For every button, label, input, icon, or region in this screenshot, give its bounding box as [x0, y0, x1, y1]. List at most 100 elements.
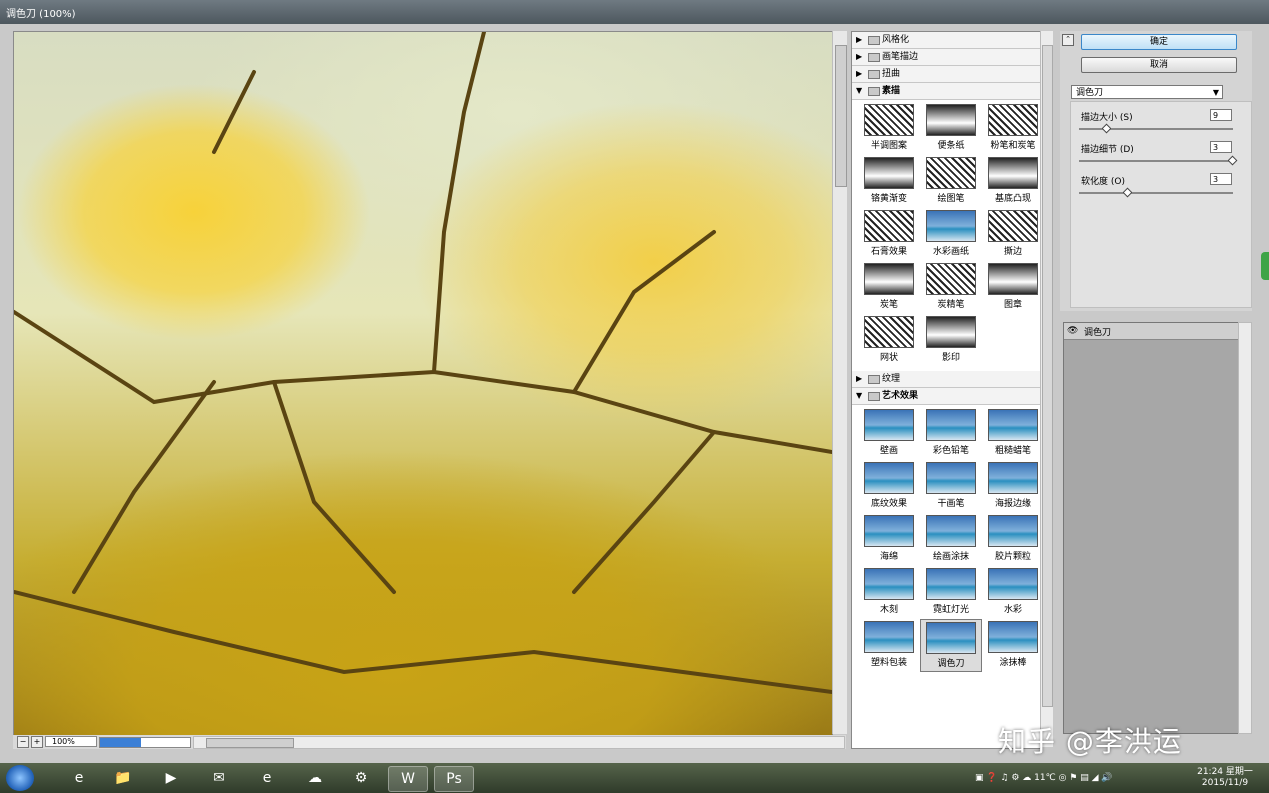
folder-artistic[interactable]: ▼ 艺术效果 — [852, 388, 1040, 405]
hscroll-thumb[interactable] — [206, 738, 294, 748]
filter-thumbnail[interactable]: 塑料包装 — [858, 619, 920, 672]
stroke-detail-slider-handle[interactable] — [1227, 155, 1238, 166]
folder-label: 素描 — [882, 86, 901, 96]
preview-vertical-scrollbar[interactable] — [832, 31, 847, 734]
zoom-out-button[interactable]: − — [17, 736, 29, 748]
filter-thumbnail[interactable]: 炭笔 — [858, 261, 920, 314]
filter-thumbnail[interactable]: 海报边缘 — [982, 460, 1040, 513]
filter-thumbnail[interactable]: 底纹效果 — [858, 460, 920, 513]
gallery-scroll-thumb[interactable] — [1042, 45, 1053, 707]
filter-thumbnail[interactable]: 撕边 — [982, 208, 1040, 261]
filter-params: 描边大小 (S) 9 描边细节 (D) 3 软化度 (O) 3 — [1070, 101, 1252, 308]
filter-thumbnail[interactable]: 半调图案 — [858, 102, 920, 155]
filter-thumbnail[interactable]: 水彩画纸 — [920, 208, 982, 261]
filter-thumbnail[interactable]: 粉笔和炭笔 — [982, 102, 1040, 155]
folder-texture[interactable]: ▶ 纹理 — [852, 371, 1040, 388]
collapsed-arrow-icon: ▶ — [856, 35, 863, 44]
filter-label: 调色刀 — [937, 659, 965, 669]
windows-start-icon[interactable] — [6, 765, 34, 791]
filter-thumbnail[interactable]: 水彩 — [982, 566, 1040, 619]
collapsed-arrow-icon: ▶ — [856, 374, 863, 383]
tray-icons[interactable]: ▣ ❓ ♫ ⚙ ☁ — [975, 773, 1034, 783]
folder-brush-strokes[interactable]: ▶ 画笔描边 — [852, 49, 1040, 66]
effect-layer-row[interactable]: 👁 调色刀 — [1064, 323, 1239, 340]
filter-thumbnail[interactable]: 彩色铅笔 — [920, 407, 982, 460]
effect-layers-panel: 👁 调色刀 — [1063, 322, 1240, 734]
collapse-gallery-icon[interactable]: ⌃ — [1062, 34, 1074, 46]
scroll-thumb[interactable] — [835, 45, 847, 187]
filter-thumbnail[interactable]: 涂抹棒 — [982, 619, 1040, 672]
filter-label: 影印 — [941, 353, 960, 363]
filter-thumbnail[interactable]: 图章 — [982, 261, 1040, 314]
filter-preview-image — [988, 263, 1038, 295]
gallery-scrollbar[interactable] — [1040, 31, 1053, 747]
folder-label: 扭曲 — [882, 69, 901, 79]
folder-label: 艺术效果 — [882, 391, 919, 401]
filter-thumbnail[interactable]: 胶片颗粒 — [982, 513, 1040, 566]
stroke-detail-slider[interactable] — [1079, 160, 1233, 162]
filter-thumbnail[interactable]: 铬黄渐变 — [858, 155, 920, 208]
filter-preview-image — [926, 409, 976, 441]
eye-icon[interactable]: 👁 — [1067, 325, 1079, 337]
filter-preview-image — [988, 621, 1038, 653]
preview-horizontal-scrollbar[interactable] — [193, 736, 845, 749]
stroke-size-input[interactable]: 9 — [1210, 109, 1232, 121]
ok-button[interactable]: 确定 — [1081, 34, 1237, 50]
folder-distort[interactable]: ▶ 扭曲 — [852, 66, 1040, 83]
mail-icon[interactable]: ✉ — [200, 766, 238, 790]
weather-temp: 11℃ — [1034, 773, 1056, 783]
filter-thumbnail[interactable]: 网状 — [858, 314, 920, 367]
zoom-level-field[interactable]: 100% — [45, 736, 97, 747]
filter-thumbnail[interactable]: 干画笔 — [920, 460, 982, 513]
filter-preview-image — [988, 409, 1038, 441]
filter-label: 壁画 — [879, 446, 898, 456]
filter-thumbnail[interactable]: 便条纸 — [920, 102, 982, 155]
layers-scrollbar[interactable] — [1238, 322, 1252, 734]
filter-thumbnail[interactable]: 石膏效果 — [858, 208, 920, 261]
filter-thumbnail[interactable]: 壁画 — [858, 407, 920, 460]
filter-thumbnail[interactable]: 海绵 — [858, 513, 920, 566]
filter-thumbnail[interactable]: 基底凸现 — [982, 155, 1040, 208]
filter-label: 粉笔和炭笔 — [990, 141, 1036, 151]
cancel-button[interactable]: 取消 — [1081, 57, 1237, 73]
filter-thumbnail[interactable]: 炭精笔 — [920, 261, 982, 314]
word-icon[interactable]: W — [388, 766, 428, 792]
app-icon[interactable]: ⚙ — [342, 766, 380, 790]
filter-thumbnail[interactable]: 影印 — [920, 314, 982, 367]
filter-preview-image — [926, 210, 976, 242]
filter-preview-image — [864, 210, 914, 242]
filter-thumbnail[interactable]: 绘画涂抹 — [920, 513, 982, 566]
filter-thumbnail[interactable]: 霓虹灯光 — [920, 566, 982, 619]
filter-thumbnail[interactable]: 绘图笔 — [920, 155, 982, 208]
photoshop-icon[interactable]: Ps — [434, 766, 474, 792]
filter-thumbnail[interactable]: 木刻 — [858, 566, 920, 619]
filter-preview-image — [988, 157, 1038, 189]
filter-label: 塑料包装 — [870, 658, 907, 668]
media-player-icon[interactable]: ▶ — [152, 766, 190, 790]
filter-label: 石膏效果 — [870, 247, 907, 257]
softness-input[interactable]: 3 — [1210, 173, 1232, 185]
filter-thumbnail[interactable]: 粗糙蜡笔 — [982, 407, 1040, 460]
preview-status-bar: − + 100% — [13, 735, 846, 749]
filter-preview-image — [864, 316, 914, 348]
stroke-detail-input[interactable]: 3 — [1210, 141, 1232, 153]
softness-slider-handle[interactable] — [1122, 187, 1133, 198]
ie-icon[interactable]: e — [60, 766, 98, 790]
artistic-filter-grid: 壁画 彩色铅笔 粗糙蜡笔底纹效果 干画笔 海报边缘海绵 绘画涂抹 胶片颗粒木刻 霓虹灯光 水彩塑… — [852, 405, 1040, 676]
preview-canvas[interactable] — [13, 31, 833, 736]
zoom-in-button[interactable]: + — [31, 736, 43, 748]
cloud-app-icon[interactable]: ☁ — [296, 766, 334, 790]
stroke-size-slider-handle[interactable] — [1101, 123, 1112, 134]
filter-preview-image — [926, 462, 976, 494]
ie-icon-2[interactable]: e — [248, 766, 286, 790]
softness-slider[interactable] — [1079, 192, 1233, 194]
filter-preview-image — [864, 104, 914, 136]
filter-label: 便条纸 — [937, 141, 965, 151]
explorer-icon[interactable]: 📁 — [104, 766, 142, 790]
clock[interactable]: 21:24 星期一 2015/11/9 — [1195, 767, 1255, 791]
filter-thumbnail[interactable]: 调色刀 — [920, 619, 982, 672]
tray-icons-2[interactable]: ◎ ⚑ ▤ ◢ 🔊 — [1059, 773, 1113, 783]
folder-sketch[interactable]: ▼ 素描 — [852, 83, 1040, 100]
folder-stylize[interactable]: ▶ 风格化 — [852, 32, 1040, 49]
filter-select[interactable]: 调色刀 ▼ — [1071, 85, 1223, 99]
